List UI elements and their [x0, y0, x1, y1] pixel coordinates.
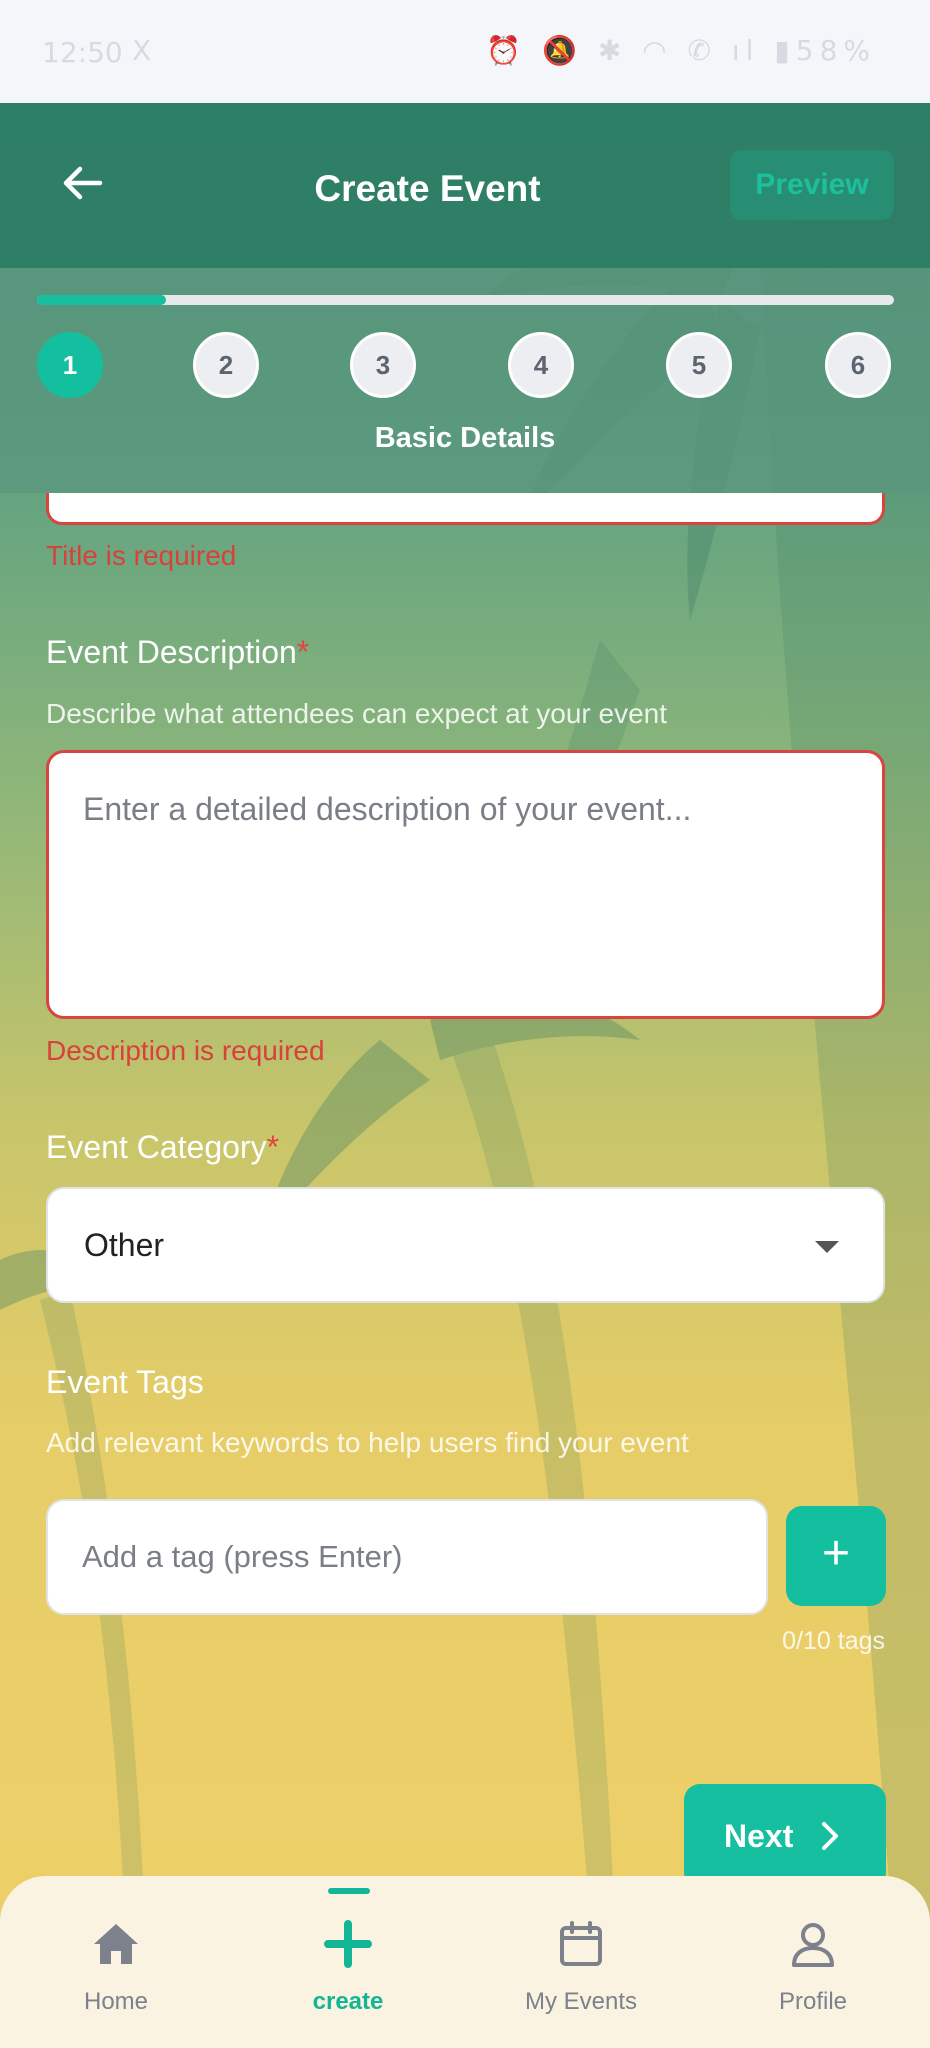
x-app-icon: X — [132, 34, 152, 67]
active-tab-indicator — [328, 1888, 370, 1894]
description-help: Describe what attendees can expect at yo… — [46, 698, 668, 729]
tag-count: 0/10 tags — [782, 1627, 885, 1655]
category-selected-value: Other — [84, 1227, 165, 1263]
nav-my-events-label: My Events — [524, 1988, 638, 2015]
progress-bar — [37, 295, 894, 305]
step-4[interactable]: 4 — [508, 332, 574, 398]
bottom-nav: Home create My Events Profile — [0, 1876, 930, 2048]
home-icon — [94, 1924, 138, 1964]
description-error: Description is required — [46, 1035, 325, 1066]
status-bar: 12:50 X ⏰ 🔕 ✱ ◠ ✆ ıl ▮58% — [0, 0, 930, 103]
required-marker: * — [266, 1129, 280, 1165]
nav-profile[interactable]: Profile — [697, 1876, 929, 2048]
step-3[interactable]: 3 — [350, 332, 416, 398]
tag-input[interactable]: Add a tag (press Enter) — [46, 1499, 768, 1615]
nav-create[interactable]: create — [232, 1876, 464, 2048]
description-textarea[interactable]: Enter a detailed description of your eve… — [46, 750, 885, 1019]
step-2[interactable]: 2 — [193, 332, 259, 398]
status-time: 12:50 — [42, 36, 123, 69]
plus-icon — [324, 1920, 372, 1968]
next-label: Next — [724, 1818, 794, 1854]
description-placeholder: Enter a detailed description of your eve… — [83, 791, 692, 827]
nav-profile-label: Profile — [778, 1988, 848, 2015]
required-marker: * — [296, 634, 310, 670]
profile-icon — [792, 1923, 834, 1967]
nav-create-label: create — [312, 1988, 384, 2015]
title-input[interactable] — [46, 493, 885, 525]
step-1[interactable]: 1 — [37, 332, 103, 398]
next-button[interactable]: Next — [684, 1784, 886, 1888]
description-label: Event Description* — [46, 634, 310, 670]
add-tag-button[interactable]: + — [786, 1506, 886, 1606]
nav-home-label: Home — [83, 1988, 149, 2015]
category-select[interactable]: Other — [46, 1187, 885, 1303]
chevron-right-icon — [822, 1822, 838, 1850]
step-label: Basic Details — [374, 422, 556, 454]
step-6[interactable]: 6 — [825, 332, 891, 398]
nav-home[interactable]: Home — [0, 1876, 232, 2048]
page-title: Create Event — [314, 168, 541, 209]
status-icons: ⏰ 🔕 ✱ ◠ ✆ ıl ▮58% — [486, 34, 876, 67]
calendar-icon — [560, 1921, 602, 1966]
nav-my-events[interactable]: My Events — [465, 1876, 697, 2048]
category-label: Event Category* — [46, 1129, 280, 1165]
title-error: Title is required — [46, 540, 237, 571]
tags-label: Event Tags — [46, 1364, 204, 1400]
step-5[interactable]: 5 — [666, 332, 732, 398]
chevron-down-icon — [815, 1241, 839, 1253]
preview-button[interactable]: Preview — [730, 150, 894, 220]
progress-fill — [37, 295, 166, 305]
tags-help: Add relevant keywords to help users find… — [46, 1427, 689, 1458]
tag-placeholder: Add a tag (press Enter) — [82, 1539, 403, 1574]
